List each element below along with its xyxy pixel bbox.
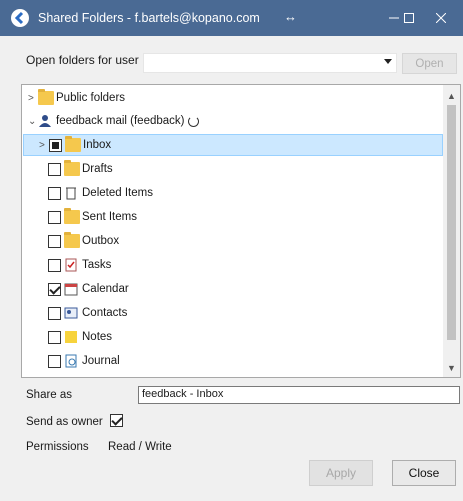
permissions-value: Read / Write (108, 441, 172, 453)
tree-node-sent-items[interactable]: Sent Items (48, 206, 137, 228)
open-button[interactable]: Open (402, 53, 457, 74)
share-as-input[interactable]: feedback - Inbox (138, 386, 460, 404)
loading-spinner-icon (188, 115, 200, 127)
scroll-up-icon[interactable]: ▲ (447, 91, 456, 101)
user-icon (38, 114, 54, 128)
tree-node-label: Journal (82, 355, 120, 367)
send-as-owner-label: Send as owner (26, 416, 103, 428)
scrollbar-thumb[interactable] (447, 105, 456, 340)
sent-items-checkbox[interactable] (48, 210, 61, 224)
tree-node-contacts[interactable]: Contacts (48, 302, 127, 324)
notes-checkbox[interactable] (48, 330, 61, 344)
tree-node-public-folders[interactable]: > Public folders (28, 87, 125, 109)
scroll-down-icon[interactable]: ▼ (447, 363, 456, 373)
tree-node-notes[interactable]: Notes (48, 326, 112, 348)
calendar-checkbox[interactable] (48, 282, 61, 296)
tree-node-label: Drafts (82, 163, 113, 175)
tree-node-label: Notes (82, 331, 113, 343)
tree-node-calendar[interactable]: Calendar (48, 278, 129, 300)
tree-node-label: Tasks (82, 259, 112, 271)
contacts-checkbox[interactable] (48, 306, 61, 320)
tree-node-outbox[interactable]: Outbox (48, 230, 119, 252)
calendar-icon (64, 282, 80, 296)
tree-scrollbar[interactable]: ▲ ▼ (443, 85, 460, 377)
chevron-right-icon[interactable]: > (28, 93, 38, 104)
open-folders-label: Open folders for user (26, 53, 139, 67)
tree-node-label: Outbox (82, 235, 120, 247)
resize-icon: ↔ (284, 9, 297, 24)
tree-node-label: Public folders (56, 92, 126, 104)
tree-node-drafts[interactable]: Drafts (48, 158, 113, 180)
deleted-items-checkbox[interactable] (48, 186, 61, 200)
tree-node-label: Calendar (82, 283, 129, 295)
apply-button[interactable]: Apply (309, 460, 373, 486)
close-button[interactable]: Close (392, 460, 456, 486)
outbox-icon (64, 232, 80, 248)
chevron-down-icon[interactable]: ⌄ (28, 116, 38, 127)
drafts-icon (64, 160, 80, 176)
window-title: Shared Folders - f.bartels@kopano.com (38, 11, 260, 25)
tree-node-label: Sent Items (82, 211, 137, 223)
dropdown-arrow-icon[interactable] (384, 59, 392, 64)
tree-node-label: Contacts (82, 307, 128, 319)
tree-node-tasks[interactable]: Tasks (48, 254, 111, 276)
tree-node-label: Deleted Items (82, 187, 153, 199)
outbox-checkbox[interactable] (48, 234, 61, 248)
drafts-checkbox[interactable] (48, 162, 61, 176)
folder-icon (38, 89, 54, 105)
title-bar: Shared Folders - f.bartels@kopano.com ↔ (0, 0, 463, 36)
tree-node-journal[interactable]: Journal (48, 350, 120, 372)
journal-checkbox[interactable] (48, 354, 61, 368)
share-as-label: Share as (26, 389, 73, 401)
tree-node-label: feedback mail (feedback) (56, 115, 185, 127)
inbox-icon (65, 136, 81, 152)
tree-node-store[interactable]: ⌄ feedback mail (feedback) (28, 110, 200, 132)
sent-items-icon (64, 208, 80, 224)
tree-node-inbox[interactable]: > Inbox (23, 134, 443, 156)
tasks-checkbox[interactable] (48, 258, 61, 272)
user-combobox[interactable] (143, 53, 397, 73)
journal-icon (64, 354, 80, 368)
notes-icon (64, 330, 80, 344)
tree-node-deleted-items[interactable]: Deleted Items (48, 182, 153, 204)
contacts-icon (64, 306, 80, 320)
send-as-owner-checkbox[interactable] (110, 414, 123, 427)
tree-node-label: Inbox (83, 139, 112, 151)
close-window-button[interactable] (418, 0, 463, 36)
app-icon (9, 7, 31, 29)
trash-icon (64, 186, 80, 200)
tasks-icon (64, 258, 80, 272)
folder-tree[interactable]: > Public folders ⌄ feedback mail (feedba… (21, 84, 461, 378)
permissions-label: Permissions (26, 441, 89, 453)
chevron-right-icon[interactable]: > (39, 140, 49, 151)
inbox-checkbox[interactable] (49, 138, 62, 152)
